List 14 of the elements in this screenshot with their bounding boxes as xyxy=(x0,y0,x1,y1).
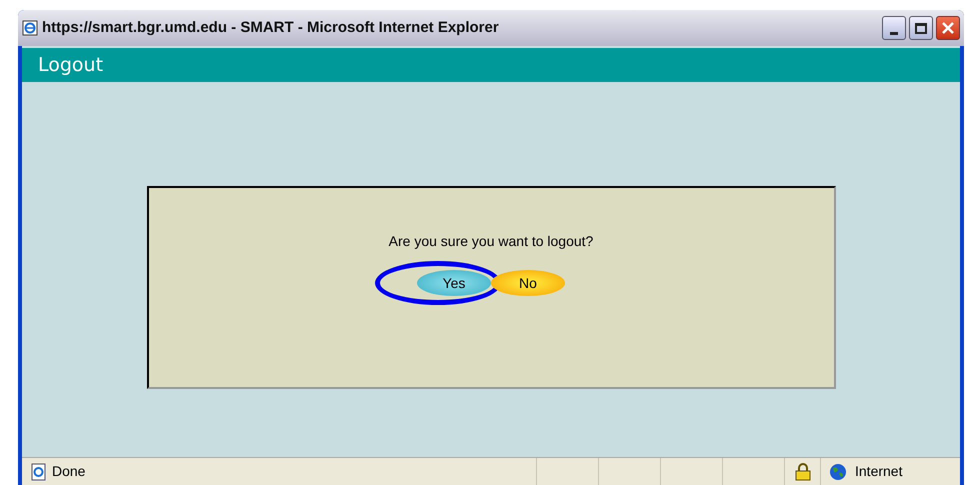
zone-label: Internet xyxy=(855,462,902,481)
window-title: https://smart.bgr.umd.edu - SMART - Microsoft Internet Explorer xyxy=(42,18,499,38)
maximize-button[interactable] xyxy=(909,16,933,40)
status-text: Done xyxy=(52,462,86,481)
globe-icon xyxy=(829,462,847,480)
browser-icon xyxy=(22,20,38,36)
close-icon xyxy=(942,22,954,34)
confirm-message: Are you sure you want to logout? xyxy=(388,232,594,251)
close-button[interactable] xyxy=(936,16,960,40)
page-title: Logout xyxy=(38,52,104,78)
minimize-button[interactable] xyxy=(882,16,906,40)
no-button[interactable]: No xyxy=(491,270,565,296)
page-icon xyxy=(30,462,48,480)
yes-button[interactable]: Yes xyxy=(417,270,491,296)
